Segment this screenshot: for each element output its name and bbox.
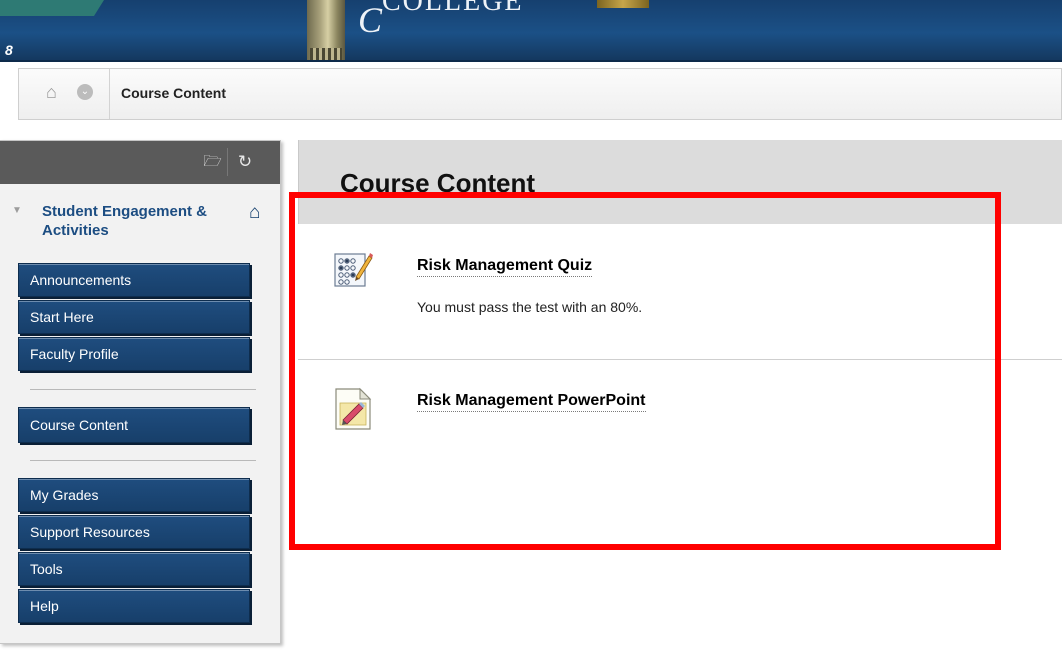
content-item-title[interactable]: Risk Management PowerPoint xyxy=(417,392,646,412)
sidebar-item-course-content[interactable]: Course Content xyxy=(18,407,250,443)
banner-flag xyxy=(0,0,104,16)
sidebar-item-start-here[interactable]: Start Here xyxy=(18,300,250,334)
page-title: Course Content xyxy=(340,168,535,198)
sidebar-item-help[interactable]: Help xyxy=(18,589,250,623)
refresh-icon[interactable]: ↻ xyxy=(230,148,260,176)
collapse-triangle-icon[interactable]: ▼ xyxy=(12,205,22,216)
college-wordmark: COLLEGE xyxy=(382,0,524,17)
banner-tower-image xyxy=(307,0,345,60)
breadcrumb-current: Course Content xyxy=(121,85,226,101)
banner-gold-stripe xyxy=(597,0,649,8)
sidebar-item-my-grades[interactable]: My Grades xyxy=(18,478,250,512)
chevron-down-icon[interactable]: ⌄ xyxy=(77,84,93,100)
home-icon[interactable]: ⌂ xyxy=(46,82,57,103)
document-icon[interactable] xyxy=(333,387,373,431)
course-menu: 🗁 ↻ ▼ Student Engagement & Activities ⌂ … xyxy=(0,140,281,644)
sidebar-item-tools[interactable]: Tools xyxy=(18,552,250,586)
breadcrumb: ⌂ ⌄ Course Content xyxy=(18,68,1062,120)
college-monogram: C xyxy=(358,0,383,40)
quiz-icon[interactable] xyxy=(333,250,373,290)
link-icon[interactable]: 8 xyxy=(5,42,13,58)
menu-divider xyxy=(30,460,256,461)
sidebar-item-announcements[interactable]: Announcements xyxy=(18,263,250,297)
folder-view-icon[interactable]: 🗁 xyxy=(198,148,228,176)
content-list xyxy=(298,224,1062,667)
sidebar-item-support-resources[interactable]: Support Resources xyxy=(18,515,250,549)
content-item-title[interactable]: Risk Management Quiz xyxy=(417,257,593,277)
breadcrumb-home[interactable]: ⌂ ⌄ xyxy=(19,69,110,119)
course-menu-toolbar: 🗁 ↻ xyxy=(0,141,280,184)
content-item-description: You must pass the test with an 80%. xyxy=(417,299,643,315)
course-home-icon[interactable]: ⌂ xyxy=(249,202,260,224)
item-divider xyxy=(298,359,1062,360)
sidebar-item-faculty-profile[interactable]: Faculty Profile xyxy=(18,337,250,371)
menu-divider xyxy=(30,389,256,390)
course-title[interactable]: Student Engagement & Activities xyxy=(42,202,242,240)
site-banner: C COLLEGE 8 xyxy=(0,0,1062,62)
